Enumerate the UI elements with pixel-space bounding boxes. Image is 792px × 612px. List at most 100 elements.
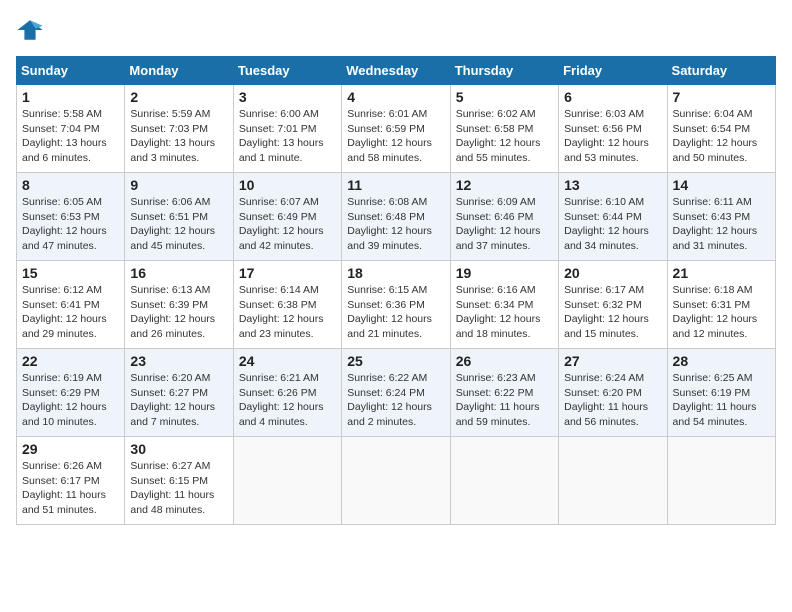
day-info: Sunrise: 6:06 AMSunset: 6:51 PMDaylight:… <box>130 195 227 254</box>
day-number: 2 <box>130 89 227 105</box>
day-number: 17 <box>239 265 336 281</box>
logo-icon <box>16 16 44 44</box>
day-cell: 9 Sunrise: 6:06 AMSunset: 6:51 PMDaylight… <box>125 173 233 261</box>
day-info: Sunrise: 6:18 AMSunset: 6:31 PMDaylight:… <box>673 283 770 342</box>
day-number: 30 <box>130 441 227 457</box>
day-cell: 3 Sunrise: 6:00 AMSunset: 7:01 PMDaylight… <box>233 85 341 173</box>
weekday-header-friday: Friday <box>559 57 667 85</box>
day-cell: 12Sunrise: 6:09 AMSunset: 6:46 PMDayligh… <box>450 173 558 261</box>
week-row-2: 8 Sunrise: 6:05 AMSunset: 6:53 PMDaylight… <box>17 173 776 261</box>
week-row-1: 1 Sunrise: 5:58 AMSunset: 7:04 PMDaylight… <box>17 85 776 173</box>
day-cell: 15 Sunrise: 6:12 AMSunset: 6:41 PMDayligh… <box>17 261 125 349</box>
day-info: Sunrise: 6:03 AMSunset: 6:56 PMDaylight:… <box>564 107 661 166</box>
day-number: 6 <box>564 89 661 105</box>
day-info: Sunrise: 6:05 AMSunset: 6:53 PMDaylight:… <box>22 195 119 254</box>
day-number: 8 <box>22 177 119 193</box>
day-cell: 24 Sunrise: 6:21 AMSunset: 6:26 PMDayligh… <box>233 349 341 437</box>
day-cell: 27 Sunrise: 6:24 AMSunset: 6:20 PMDayligh… <box>559 349 667 437</box>
day-info: Sunrise: 6:20 AMSunset: 6:27 PMDaylight:… <box>130 371 227 430</box>
day-info: Sunrise: 6:15 AMSunset: 6:36 PMDaylight:… <box>347 283 444 342</box>
day-info: Sunrise: 6:04 AMSunset: 6:54 PMDaylight:… <box>673 107 770 166</box>
day-number: 28 <box>673 353 770 369</box>
day-cell: 6 Sunrise: 6:03 AMSunset: 6:56 PMDaylight… <box>559 85 667 173</box>
day-cell: 23 Sunrise: 6:20 AMSunset: 6:27 PMDayligh… <box>125 349 233 437</box>
calendar-table: SundayMondayTuesdayWednesdayThursdayFrid… <box>16 56 776 525</box>
weekday-header-monday: Monday <box>125 57 233 85</box>
day-number: 24 <box>239 353 336 369</box>
day-info: Sunrise: 6:14 AMSunset: 6:38 PMDaylight:… <box>239 283 336 342</box>
day-cell: 21 Sunrise: 6:18 AMSunset: 6:31 PMDayligh… <box>667 261 775 349</box>
day-info: Sunrise: 6:25 AMSunset: 6:19 PMDaylight:… <box>673 371 770 430</box>
day-cell: 17 Sunrise: 6:14 AMSunset: 6:38 PMDayligh… <box>233 261 341 349</box>
day-info: Sunrise: 6:02 AMSunset: 6:58 PMDaylight:… <box>456 107 553 166</box>
day-number: 21 <box>673 265 770 281</box>
day-number: 22 <box>22 353 119 369</box>
day-info: Sunrise: 6:24 AMSunset: 6:20 PMDaylight:… <box>564 371 661 430</box>
day-info: Sunrise: 6:09 AMSunset: 6:46 PMDaylight:… <box>456 195 553 254</box>
day-cell: 30 Sunrise: 6:27 AMSunset: 6:15 PMDayligh… <box>125 437 233 525</box>
day-number: 23 <box>130 353 227 369</box>
day-number: 25 <box>347 353 444 369</box>
day-info: Sunrise: 6:00 AMSunset: 7:01 PMDaylight:… <box>239 107 336 166</box>
day-info: Sunrise: 5:58 AMSunset: 7:04 PMDaylight:… <box>22 107 119 166</box>
week-row-4: 22 Sunrise: 6:19 AMSunset: 6:29 PMDayligh… <box>17 349 776 437</box>
day-info: Sunrise: 6:21 AMSunset: 6:26 PMDaylight:… <box>239 371 336 430</box>
day-info: Sunrise: 6:13 AMSunset: 6:39 PMDaylight:… <box>130 283 227 342</box>
day-cell: 20Sunrise: 6:17 AMSunset: 6:32 PMDayligh… <box>559 261 667 349</box>
day-cell: 8 Sunrise: 6:05 AMSunset: 6:53 PMDaylight… <box>17 173 125 261</box>
day-info: Sunrise: 6:19 AMSunset: 6:29 PMDaylight:… <box>22 371 119 430</box>
week-row-3: 15 Sunrise: 6:12 AMSunset: 6:41 PMDayligh… <box>17 261 776 349</box>
day-cell: 7 Sunrise: 6:04 AMSunset: 6:54 PMDaylight… <box>667 85 775 173</box>
day-cell: 2 Sunrise: 5:59 AMSunset: 7:03 PMDaylight… <box>125 85 233 173</box>
day-cell: 13 Sunrise: 6:10 AMSunset: 6:44 PMDayligh… <box>559 173 667 261</box>
day-cell: 26Sunrise: 6:23 AMSunset: 6:22 PMDayligh… <box>450 349 558 437</box>
day-number: 1 <box>22 89 119 105</box>
day-info: Sunrise: 6:10 AMSunset: 6:44 PMDaylight:… <box>564 195 661 254</box>
day-number: 27 <box>564 353 661 369</box>
day-number: 16 <box>130 265 227 281</box>
day-info: Sunrise: 5:59 AMSunset: 7:03 PMDaylight:… <box>130 107 227 166</box>
day-number: 5 <box>456 89 553 105</box>
day-info: Sunrise: 6:26 AMSunset: 6:17 PMDaylight:… <box>22 459 119 518</box>
weekday-header-tuesday: Tuesday <box>233 57 341 85</box>
day-number: 29 <box>22 441 119 457</box>
calendar-header-row: SundayMondayTuesdayWednesdayThursdayFrid… <box>17 57 776 85</box>
day-info: Sunrise: 6:08 AMSunset: 6:48 PMDaylight:… <box>347 195 444 254</box>
week-row-5: 29 Sunrise: 6:26 AMSunset: 6:17 PMDayligh… <box>17 437 776 525</box>
day-number: 11 <box>347 177 444 193</box>
day-cell: 1 Sunrise: 5:58 AMSunset: 7:04 PMDaylight… <box>17 85 125 173</box>
day-info: Sunrise: 6:17 AMSunset: 6:32 PMDaylight:… <box>564 283 661 342</box>
day-number: 10 <box>239 177 336 193</box>
day-number: 3 <box>239 89 336 105</box>
day-info: Sunrise: 6:11 AMSunset: 6:43 PMDaylight:… <box>673 195 770 254</box>
day-cell: 22 Sunrise: 6:19 AMSunset: 6:29 PMDayligh… <box>17 349 125 437</box>
day-number: 9 <box>130 177 227 193</box>
weekday-header-thursday: Thursday <box>450 57 558 85</box>
day-info: Sunrise: 6:22 AMSunset: 6:24 PMDaylight:… <box>347 371 444 430</box>
day-cell: 11 Sunrise: 6:08 AMSunset: 6:48 PMDayligh… <box>342 173 450 261</box>
page-header <box>16 16 776 44</box>
day-cell <box>559 437 667 525</box>
day-number: 13 <box>564 177 661 193</box>
day-number: 19 <box>456 265 553 281</box>
day-cell: 5 Sunrise: 6:02 AMSunset: 6:58 PMDaylight… <box>450 85 558 173</box>
day-cell <box>667 437 775 525</box>
logo <box>16 16 48 44</box>
day-cell <box>233 437 341 525</box>
day-cell <box>342 437 450 525</box>
day-number: 15 <box>22 265 119 281</box>
day-info: Sunrise: 6:23 AMSunset: 6:22 PMDaylight:… <box>456 371 553 430</box>
day-number: 14 <box>673 177 770 193</box>
day-info: Sunrise: 6:16 AMSunset: 6:34 PMDaylight:… <box>456 283 553 342</box>
day-info: Sunrise: 6:12 AMSunset: 6:41 PMDaylight:… <box>22 283 119 342</box>
day-info: Sunrise: 6:27 AMSunset: 6:15 PMDaylight:… <box>130 459 227 518</box>
day-cell: 10Sunrise: 6:07 AMSunset: 6:49 PMDayligh… <box>233 173 341 261</box>
weekday-header-wednesday: Wednesday <box>342 57 450 85</box>
day-number: 18 <box>347 265 444 281</box>
weekday-header-saturday: Saturday <box>667 57 775 85</box>
day-cell: 29 Sunrise: 6:26 AMSunset: 6:17 PMDayligh… <box>17 437 125 525</box>
weekday-header-sunday: Sunday <box>17 57 125 85</box>
day-cell <box>450 437 558 525</box>
day-cell: 18 Sunrise: 6:15 AMSunset: 6:36 PMDayligh… <box>342 261 450 349</box>
day-number: 7 <box>673 89 770 105</box>
